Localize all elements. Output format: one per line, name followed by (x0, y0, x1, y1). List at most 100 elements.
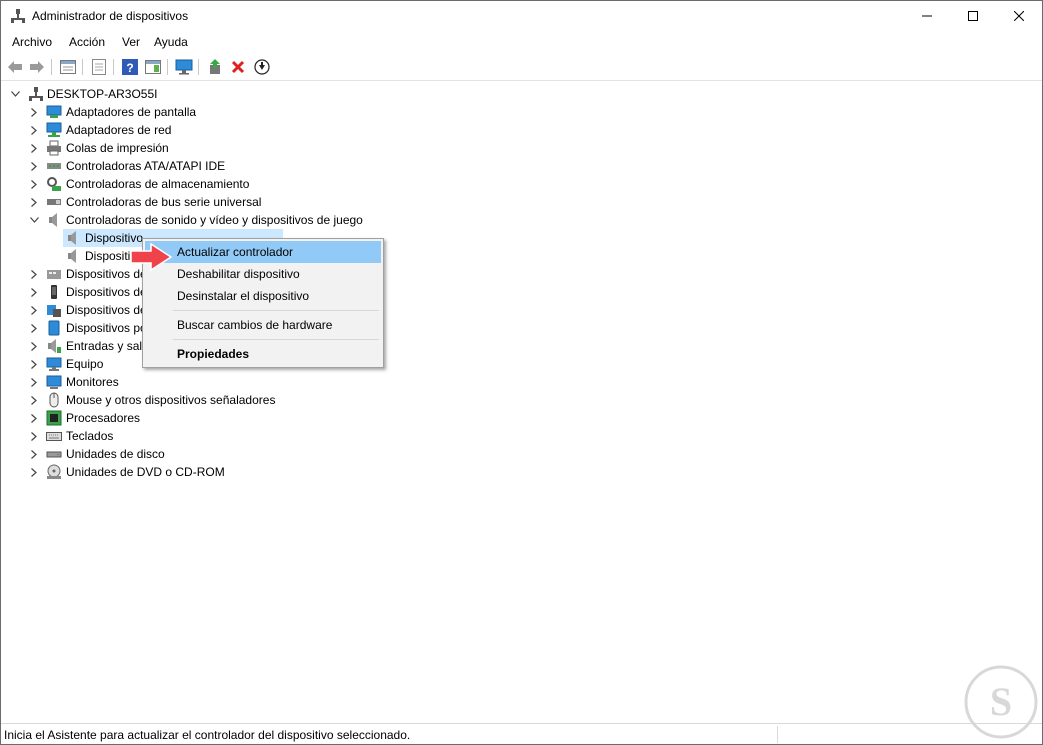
chevron-right-icon[interactable] (29, 463, 39, 481)
chevron-right-icon[interactable] (29, 283, 39, 301)
maximize-icon (968, 11, 978, 21)
tree-item-label: Adaptadores de pantalla (66, 105, 197, 119)
tree-item-monitores[interactable]: Monitores (1, 373, 401, 391)
status-bar: Inicia el Asistente para actualizar el c… (1, 723, 1042, 744)
chevron-right-icon[interactable] (29, 319, 39, 337)
speaker-icon (46, 212, 62, 228)
menu-ayuda[interactable]: Ayuda (153, 35, 189, 49)
menu-separator (173, 310, 379, 311)
menu-ver[interactable]: Ver (121, 35, 141, 49)
software-device-icon (46, 302, 62, 318)
forward-icon[interactable] (28, 58, 46, 76)
menu-item-buscar-cambios[interactable]: Buscar cambios de hardware (145, 314, 381, 336)
display-adapter-icon (46, 104, 62, 120)
minimize-icon (922, 15, 932, 17)
tree-item-ata-atapi[interactable]: Controladoras ATA/ATAPI IDE (1, 157, 401, 175)
watermark-logo: S (964, 665, 1038, 742)
title-bar[interactable]: Administrador de dispositivos (1, 1, 1042, 31)
chevron-right-icon[interactable] (29, 121, 39, 139)
chevron-right-icon[interactable] (29, 391, 39, 409)
show-hide-pane-icon[interactable] (144, 58, 162, 76)
menu-accion[interactable]: Acción (68, 35, 106, 49)
close-button[interactable] (996, 1, 1042, 31)
chevron-down-icon[interactable] (10, 85, 20, 103)
tree-item-colas-impresion[interactable]: Colas de impresión (1, 139, 401, 157)
chevron-down-icon[interactable] (29, 211, 39, 229)
add-driver-icon[interactable] (206, 58, 224, 76)
tree-item-label: Teclados (66, 429, 114, 443)
tree-root[interactable]: DESKTOP-AR3O55I (1, 85, 401, 103)
menu-archivo[interactable]: Archivo (11, 35, 53, 49)
menu-item-actualizar-controlador[interactable]: Actualizar controlador (145, 241, 381, 263)
help-icon[interactable]: ? (121, 58, 139, 76)
tree-item-mouse[interactable]: Mouse y otros dispositivos señaladores (1, 391, 401, 409)
back-icon[interactable] (6, 58, 24, 76)
tree-item-sonido-video[interactable]: Controladoras de sonido y vídeo y dispos… (1, 211, 401, 229)
menu-item-desinstalar[interactable]: Desinstalar el dispositivo (145, 285, 381, 307)
menu-separator (173, 339, 379, 340)
tree-item-bus-serie[interactable]: Controladoras de bus serie universal (1, 193, 401, 211)
chevron-right-icon[interactable] (29, 373, 39, 391)
chevron-right-icon[interactable] (29, 301, 39, 319)
properties-view-icon[interactable] (59, 58, 77, 76)
chevron-right-icon[interactable] (29, 157, 39, 175)
tree-item-adaptadores-pantalla[interactable]: Adaptadores de pantalla (1, 103, 401, 121)
tree-item-procesadores[interactable]: Procesadores (1, 409, 401, 427)
menu-item-label: Propiedades (177, 347, 250, 361)
chevron-right-icon[interactable] (29, 175, 39, 193)
device-tree: DESKTOP-AR3O55I Adaptadores de pantalla … (1, 85, 1042, 721)
computer-icon (46, 356, 62, 372)
chevron-right-icon[interactable] (29, 427, 39, 445)
chevron-right-icon[interactable] (29, 445, 39, 463)
chevron-right-icon[interactable] (29, 193, 39, 211)
tree-item-dvd[interactable]: Unidades de DVD o CD-ROM (1, 463, 401, 481)
disk-drive-icon (46, 446, 62, 462)
tree-item-label: Monitores (66, 375, 119, 389)
storage-controller-icon (46, 176, 62, 192)
portable-icon (46, 320, 62, 336)
menu-item-propiedades[interactable]: Propiedades (145, 343, 381, 365)
scan-hardware-icon[interactable] (175, 58, 193, 76)
svg-text:?: ? (126, 61, 133, 75)
tree-item-label: Unidades de disco (66, 447, 165, 461)
tree-item-label: Controladoras de sonido y vídeo y dispos… (66, 213, 363, 227)
computer-root-icon (28, 86, 44, 102)
tree-root-label: DESKTOP-AR3O55I (47, 87, 158, 101)
tree-item-almacenamiento[interactable]: Controladoras de almacenamiento (1, 175, 401, 193)
minimize-button[interactable] (904, 1, 950, 31)
tree-item-label: Entradas y sali (66, 339, 145, 353)
tree-item-unidades-disco[interactable]: Unidades de disco (1, 445, 401, 463)
tree-item-teclados[interactable]: Teclados (1, 427, 401, 445)
tree-item-label: Equipo (66, 357, 104, 371)
print-icon[interactable] (90, 58, 108, 76)
window-title: Administrador de dispositivos (32, 9, 189, 23)
chevron-right-icon[interactable] (29, 409, 39, 427)
menu-item-deshabilitar[interactable]: Deshabilitar dispositivo (145, 263, 381, 285)
update-driver-icon[interactable] (253, 58, 271, 76)
maximize-button[interactable] (950, 1, 996, 31)
dvd-drive-icon (46, 464, 62, 480)
audio-io-icon (46, 338, 62, 354)
portable-device-icon (46, 284, 62, 300)
chevron-right-icon[interactable] (29, 103, 39, 121)
context-menu: Actualizar controlador Deshabilitar disp… (142, 238, 384, 368)
processor-icon (46, 410, 62, 426)
menu-item-label: Buscar cambios de hardware (177, 318, 333, 332)
print-queue-icon (46, 140, 62, 156)
tree-item-label: Unidades de DVD o CD-ROM (66, 465, 225, 479)
chevron-right-icon[interactable] (29, 355, 39, 373)
chevron-right-icon[interactable] (29, 265, 39, 283)
status-text: Inicia el Asistente para actualizar el c… (4, 728, 411, 742)
chevron-right-icon[interactable] (29, 139, 39, 157)
usb-controller-icon (46, 194, 62, 210)
status-divider (777, 726, 778, 743)
hid-icon (46, 266, 62, 282)
tree-item-label: Procesadores (66, 411, 141, 425)
monitor-icon (46, 374, 62, 390)
uninstall-icon[interactable] (229, 58, 247, 76)
tree-item-adaptadores-red[interactable]: Adaptadores de red (1, 121, 401, 139)
chevron-right-icon[interactable] (29, 337, 39, 355)
tree-item-label: Controladoras ATA/ATAPI IDE (66, 159, 226, 173)
svg-text:S: S (990, 679, 1012, 724)
menu-item-label: Deshabilitar dispositivo (177, 267, 300, 281)
